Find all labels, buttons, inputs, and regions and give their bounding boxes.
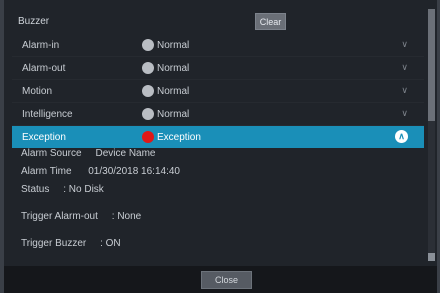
status-dot-icon bbox=[142, 39, 154, 51]
alarm-status-dialog: Buzzer Clear Alarm-in Normal ∨ Alarm-out… bbox=[0, 0, 440, 293]
alarm-row-exception[interactable]: Exception Exception ∧ bbox=[12, 126, 424, 148]
alarm-row-alarm-in[interactable]: Alarm-in Normal ∨ bbox=[12, 34, 424, 57]
trigger-buzzer-line: Trigger Buzzer : ON bbox=[21, 238, 121, 249]
alarm-row-status: Normal bbox=[157, 108, 190, 120]
alarm-row-label: Alarm-in bbox=[22, 39, 60, 51]
alarm-row-status: Exception bbox=[157, 131, 201, 143]
chevron-down-icon[interactable]: ∨ bbox=[401, 85, 408, 96]
status-dot-icon bbox=[142, 85, 154, 97]
alarm-row-alarm-out[interactable]: Alarm-out Normal ∨ bbox=[12, 57, 424, 80]
alarm-list: Alarm-in Normal ∨ Alarm-out Normal ∨ Mot… bbox=[12, 34, 424, 148]
status-line: Status : No Disk bbox=[21, 184, 104, 195]
alarm-source-line: Alarm Source Device Name bbox=[21, 148, 156, 159]
dialog-footer: Close bbox=[4, 266, 437, 293]
vertical-scrollbar[interactable] bbox=[428, 9, 435, 261]
alarm-row-intelligence[interactable]: Intelligence Normal ∨ bbox=[12, 103, 424, 126]
scrollbar-thumb[interactable] bbox=[428, 9, 435, 121]
status-dot-icon bbox=[142, 108, 154, 120]
clear-button[interactable]: Clear bbox=[255, 13, 286, 30]
trigger-alarm-out-line: Trigger Alarm-out : None bbox=[21, 211, 142, 222]
exception-dot-icon bbox=[142, 131, 154, 143]
alarm-time-line: Alarm Time 01/30/2018 16:14:40 bbox=[21, 166, 180, 177]
alarm-row-label: Alarm-out bbox=[22, 62, 66, 74]
alarm-row-label: Exception bbox=[22, 131, 66, 143]
buzzer-header: Buzzer Clear bbox=[12, 9, 424, 34]
alarm-row-label: Intelligence bbox=[22, 108, 73, 120]
alarm-row-label: Motion bbox=[22, 85, 53, 97]
alarm-row-motion[interactable]: Motion Normal ∨ bbox=[12, 80, 424, 103]
alarm-row-status: Normal bbox=[157, 39, 190, 51]
chevron-down-icon[interactable]: ∨ bbox=[401, 39, 408, 50]
alarm-row-status: Normal bbox=[157, 62, 190, 74]
chevron-up-circle-icon[interactable]: ∧ bbox=[395, 130, 408, 143]
chevron-down-icon[interactable]: ∨ bbox=[401, 62, 408, 73]
close-button[interactable]: Close bbox=[201, 271, 252, 289]
buzzer-label: Buzzer bbox=[18, 16, 50, 27]
alarm-row-status: Normal bbox=[157, 85, 190, 97]
chevron-down-icon[interactable]: ∨ bbox=[401, 108, 408, 119]
scroll-down-arrow-icon[interactable] bbox=[428, 253, 435, 261]
status-dot-icon bbox=[142, 62, 154, 74]
